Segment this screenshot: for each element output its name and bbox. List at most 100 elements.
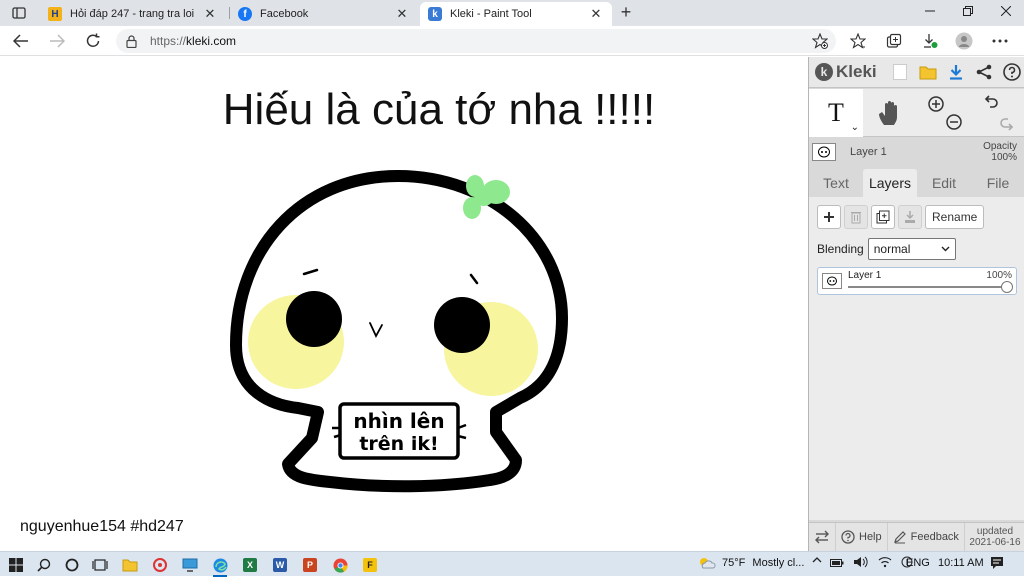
taskbar-excel[interactable]: X (240, 555, 260, 575)
layer-opacity-slider-handle[interactable] (1001, 281, 1013, 293)
tab-close-button[interactable]: ✕ (394, 6, 410, 22)
help-button[interactable] (1001, 61, 1023, 83)
taskbar-chrome[interactable] (330, 555, 350, 575)
tab-close-button[interactable]: ✕ (588, 6, 604, 22)
profile-button[interactable] (954, 31, 974, 51)
tab-title: Hỏi đáp 247 - trang tra loi (70, 8, 195, 20)
layer-opacity-slider-track[interactable] (848, 286, 1008, 288)
window-close-button[interactable] (996, 4, 1016, 22)
taskbar-app-yellow[interactable]: F (360, 555, 380, 575)
notification-icon (991, 557, 1003, 569)
tab-facebook[interactable]: f Facebook ✕ (230, 2, 418, 26)
sign-line-1: nhìn lên (353, 409, 444, 433)
feedback-link[interactable]: Feedback (888, 522, 965, 552)
tab-text[interactable]: Text (809, 169, 863, 197)
drawing-canvas[interactable]: nhìn lên trên ik! Hiếu là của tớ nha !!!… (0, 57, 808, 551)
share-icon (976, 64, 992, 80)
kleki-brand-label: Kleki (836, 62, 877, 81)
taskbar-word[interactable]: W (270, 555, 290, 575)
blending-value: normal (873, 242, 911, 256)
minimize-button[interactable] (920, 4, 940, 22)
tab-edit[interactable]: Edit (917, 169, 971, 197)
undo-icon[interactable] (981, 95, 999, 113)
help-link[interactable]: Help (836, 522, 888, 552)
word-icon: W (273, 558, 287, 572)
tab-layers[interactable]: Layers (863, 169, 917, 197)
start-button[interactable] (6, 555, 26, 575)
taskbar-app-red[interactable] (150, 555, 170, 575)
settings-more-button[interactable] (990, 31, 1010, 51)
search-button[interactable] (34, 555, 54, 575)
clock[interactable]: 10:11 AM (938, 557, 984, 569)
kleki-logo[interactable]: k Kleki (815, 62, 883, 82)
battery-icon[interactable] (830, 558, 844, 568)
new-file-icon (893, 64, 907, 80)
task-view-button[interactable] (90, 555, 110, 575)
tab-close-button[interactable]: ✕ (202, 6, 218, 22)
zoom-out-icon[interactable] (945, 113, 963, 131)
browser-tab-strip: H Hỏi đáp 247 - trang tra loi ✕ f Facebo… (0, 0, 1024, 26)
save-image-button[interactable] (945, 61, 967, 83)
forward-button[interactable] (46, 30, 68, 52)
tab-kleki[interactable]: k Kleki - Paint Tool ✕ (420, 2, 612, 26)
layer-list-item[interactable]: Layer 1 100% (817, 267, 1017, 295)
wifi-icon[interactable] (878, 556, 892, 568)
opacity-readout: Opacity 100% (983, 141, 1017, 163)
favorites-button[interactable] (848, 31, 868, 51)
show-hidden-icons-button[interactable] (812, 555, 822, 568)
hand-icon (879, 100, 897, 125)
zoom-in-icon[interactable] (927, 95, 945, 113)
swap-side-button[interactable] (809, 522, 836, 552)
current-layer-indicator: Layer 1 Opacity 100% (809, 139, 1024, 165)
redo-icon[interactable] (999, 113, 1017, 131)
tab-file[interactable]: File (971, 169, 1024, 197)
merge-layer-button[interactable] (898, 205, 922, 229)
download-icon (924, 34, 938, 48)
text-tool-button[interactable]: T ⌄ (809, 89, 863, 137)
back-arrow-icon (13, 34, 28, 48)
refresh-button[interactable] (82, 30, 104, 52)
restore-button[interactable] (958, 4, 978, 22)
url-protocol: https:// (150, 34, 187, 48)
cortana-button[interactable] (62, 555, 82, 575)
rename-layer-button[interactable]: Rename (925, 205, 985, 229)
weather-icon[interactable] (698, 556, 716, 573)
language-indicator[interactable]: ENG (906, 557, 930, 569)
zoom-buttons (917, 89, 971, 137)
tab-hoidap247[interactable]: H Hỏi đáp 247 - trang tra loi ✕ (40, 2, 226, 26)
duplicate-layer-button[interactable] (871, 205, 895, 229)
add-layer-button[interactable] (817, 205, 841, 229)
undo-redo-buttons (971, 89, 1024, 137)
address-bar[interactable]: https://kleki.com (116, 29, 836, 53)
left-brow (302, 268, 319, 276)
delete-layer-button[interactable] (844, 205, 868, 229)
taskbar-powerpoint[interactable]: P (300, 555, 320, 575)
tab-actions-button[interactable] (6, 4, 32, 22)
taskbar-monitor-app[interactable] (180, 555, 200, 575)
task-view-icon (92, 559, 108, 571)
plus-icon (824, 212, 834, 222)
taskbar-edge[interactable] (210, 555, 230, 577)
layer-thumbnail (822, 273, 842, 289)
volume-icon[interactable] (853, 556, 869, 568)
weather-widget[interactable]: 75°F Mostly cl... (722, 557, 804, 569)
windows-logo-icon (9, 558, 23, 572)
author-signature: nguyenhue154 #hd247 (20, 518, 184, 535)
panel-bottom-bar: Help Feedback updated 2021-06-16 (809, 522, 1024, 552)
open-image-button[interactable] (917, 61, 939, 83)
new-tab-button[interactable]: + (616, 3, 636, 23)
back-button[interactable] (10, 30, 32, 52)
collections-button[interactable] (884, 31, 904, 51)
new-image-button[interactable] (889, 61, 911, 83)
windows-taskbar: X W P F 75°F Mostly cl... ENG 10:11 AM (0, 551, 1024, 577)
taskbar-file-explorer[interactable] (120, 555, 140, 575)
cortana-circle-icon (65, 558, 79, 572)
share-button[interactable] (973, 61, 995, 83)
notification-button[interactable] (990, 556, 1004, 573)
downloads-button[interactable] (920, 31, 940, 51)
hand-tool-button[interactable] (863, 89, 917, 137)
blending-select[interactable]: normal (867, 238, 956, 260)
add-favorite-button[interactable] (810, 31, 830, 51)
help-label: Help (859, 531, 882, 543)
layer-opacity: 100% (986, 270, 1012, 281)
